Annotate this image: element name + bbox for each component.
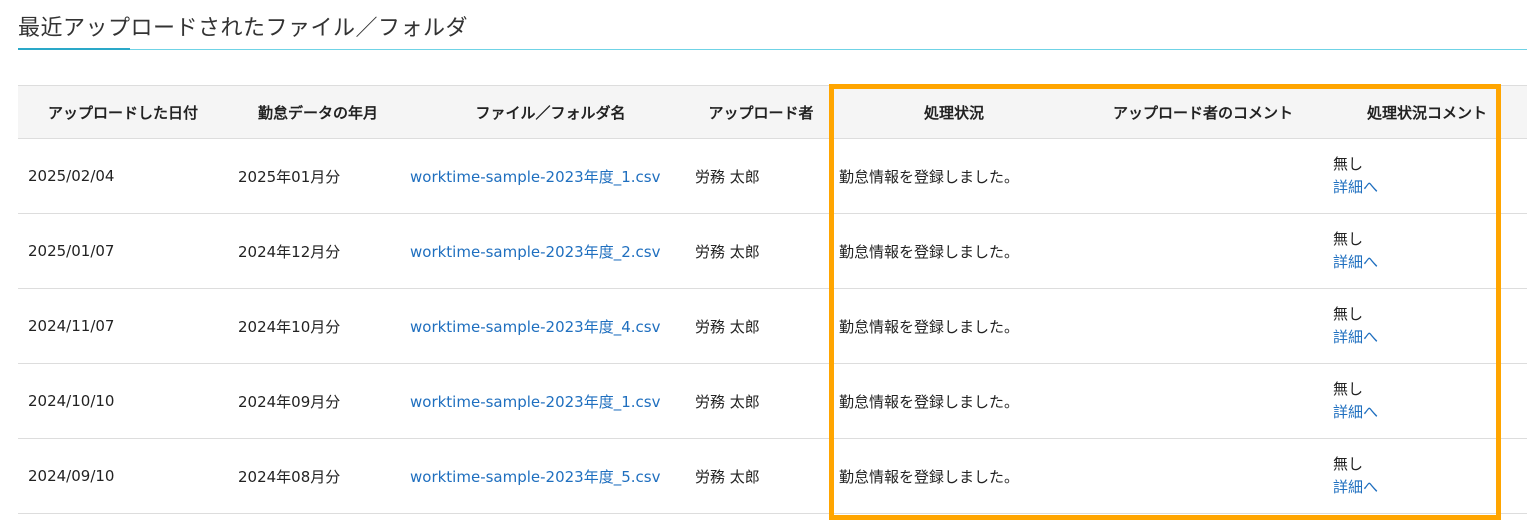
file-link[interactable]: worktime-sample-2023年度_2.csv <box>410 243 660 261</box>
attendance-month-cell: 2024年08月分 <box>228 438 408 514</box>
status-comment-cell: 無し 詳細へ <box>1327 138 1527 214</box>
status-comment-text: 無し <box>1333 230 1364 248</box>
recent-uploads-table: アップロードした日付 勤怠データの年月 ファイル／フォルダ名 アップロード者 処… <box>18 85 1527 514</box>
table-row: 2024/09/10 2024年08月分 worktime-sample-202… <box>18 438 1527 514</box>
uploader-comment-cell <box>1079 438 1327 514</box>
file-name-cell: worktime-sample-2023年度_1.csv <box>408 363 693 439</box>
table-row: 2025/02/04 2025年01月分 worktime-sample-202… <box>18 138 1527 214</box>
status-comment-text: 無し <box>1333 155 1364 173</box>
status-comment-cell: 無し 詳細へ <box>1327 363 1527 439</box>
upload-date-cell: 2024/10/10 <box>18 363 228 439</box>
uploader-comment-cell <box>1079 363 1327 439</box>
detail-link[interactable]: 詳細へ <box>1333 178 1378 196</box>
status-comment-cell: 無し 詳細へ <box>1327 288 1527 364</box>
header-status: 処理状況 <box>829 85 1079 139</box>
detail-link[interactable]: 詳細へ <box>1333 253 1378 271</box>
header-uploader: アップロード者 <box>693 85 829 139</box>
uploader-cell: 労務 太郎 <box>693 213 829 289</box>
attendance-month-cell: 2024年12月分 <box>228 213 408 289</box>
file-link[interactable]: worktime-sample-2023年度_4.csv <box>410 318 660 336</box>
uploader-comment-cell <box>1079 138 1327 214</box>
attendance-month-cell: 2025年01月分 <box>228 138 408 214</box>
upload-date-cell: 2025/02/04 <box>18 138 228 214</box>
uploader-cell: 労務 太郎 <box>693 138 829 214</box>
header-attendance-month: 勤怠データの年月 <box>228 85 408 139</box>
attendance-month-cell: 2024年09月分 <box>228 363 408 439</box>
status-comment-text: 無し <box>1333 380 1364 398</box>
table-row: 2024/11/07 2024年10月分 worktime-sample-202… <box>18 288 1527 364</box>
file-name-cell: worktime-sample-2023年度_4.csv <box>408 288 693 364</box>
status-comment-cell: 無し 詳細へ <box>1327 438 1527 514</box>
title-underline <box>18 49 1527 50</box>
title-underline-accent <box>18 48 130 50</box>
status-cell: 勤怠情報を登録しました。 <box>829 213 1079 289</box>
detail-link[interactable]: 詳細へ <box>1333 328 1378 346</box>
status-cell: 勤怠情報を登録しました。 <box>829 138 1079 214</box>
uploader-cell: 労務 太郎 <box>693 288 829 364</box>
status-comment-text: 無し <box>1333 455 1364 473</box>
upload-date-cell: 2024/09/10 <box>18 438 228 514</box>
uploader-comment-cell <box>1079 288 1327 364</box>
status-comment-cell: 無し 詳細へ <box>1327 213 1527 289</box>
uploader-comment-cell <box>1079 213 1327 289</box>
status-comment-text: 無し <box>1333 305 1364 323</box>
detail-link[interactable]: 詳細へ <box>1333 478 1378 496</box>
table-header-row: アップロードした日付 勤怠データの年月 ファイル／フォルダ名 アップロード者 処… <box>18 85 1527 139</box>
header-file-name: ファイル／フォルダ名 <box>408 85 693 139</box>
status-cell: 勤怠情報を登録しました。 <box>829 438 1079 514</box>
table-row: 2024/10/10 2024年09月分 worktime-sample-202… <box>18 363 1527 439</box>
section-title: 最近アップロードされたファイル／フォルダ <box>18 16 469 41</box>
table-row: 2025/01/07 2024年12月分 worktime-sample-202… <box>18 213 1527 289</box>
header-upload-date: アップロードした日付 <box>18 85 228 139</box>
status-cell: 勤怠情報を登録しました。 <box>829 288 1079 364</box>
upload-date-cell: 2024/11/07 <box>18 288 228 364</box>
file-link[interactable]: worktime-sample-2023年度_1.csv <box>410 393 660 411</box>
file-name-cell: worktime-sample-2023年度_1.csv <box>408 138 693 214</box>
uploader-cell: 労務 太郎 <box>693 363 829 439</box>
status-cell: 勤怠情報を登録しました。 <box>829 363 1079 439</box>
header-status-comment: 処理状況コメント <box>1327 85 1527 139</box>
file-link[interactable]: worktime-sample-2023年度_5.csv <box>410 468 660 486</box>
attendance-month-cell: 2024年10月分 <box>228 288 408 364</box>
recent-uploads-page: 最近アップロードされたファイル／フォルダ アップロードした日付 勤怠データの年月… <box>0 0 1533 526</box>
file-name-cell: worktime-sample-2023年度_2.csv <box>408 213 693 289</box>
file-name-cell: worktime-sample-2023年度_5.csv <box>408 438 693 514</box>
detail-link[interactable]: 詳細へ <box>1333 403 1378 421</box>
header-uploader-comment: アップロード者のコメント <box>1079 85 1327 139</box>
uploader-cell: 労務 太郎 <box>693 438 829 514</box>
upload-date-cell: 2025/01/07 <box>18 213 228 289</box>
file-link[interactable]: worktime-sample-2023年度_1.csv <box>410 168 660 186</box>
